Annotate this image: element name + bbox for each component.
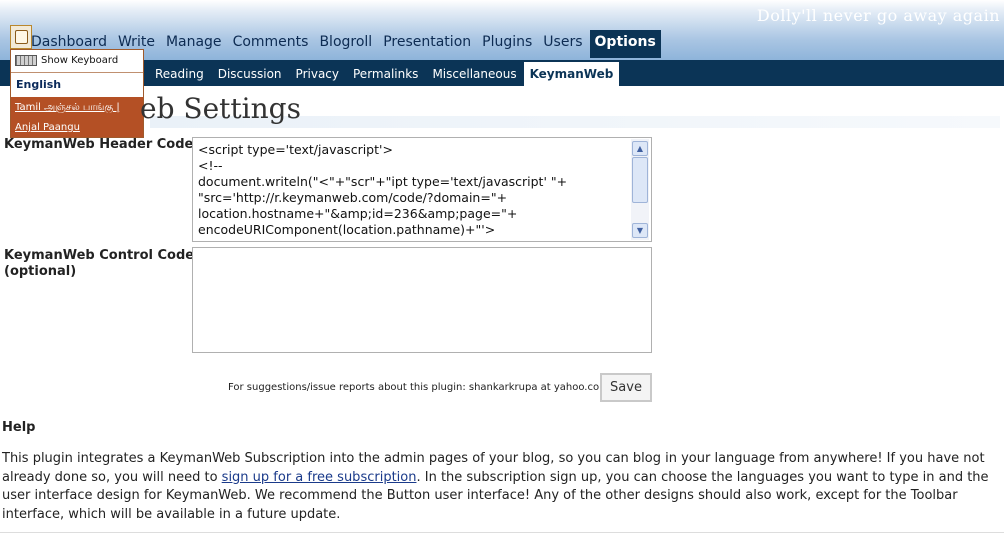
language-item-anjal[interactable]: Anjal Paangu <box>15 122 80 133</box>
header-code-scrollbar[interactable]: ▲ ▼ <box>631 139 649 240</box>
scroll-down-icon[interactable]: ▼ <box>632 223 648 238</box>
language-list: Tamil அஞ்சல் பாங்கு | Anjal Paangu <box>11 97 143 137</box>
suggestion-text: For suggestions/issue reports about this… <box>228 382 609 393</box>
code-line: <script type='text/javascript'> <box>198 142 393 157</box>
tab-users[interactable]: Users <box>539 30 586 58</box>
scroll-up-icon[interactable]: ▲ <box>632 141 648 156</box>
header-code-label: KeymanWeb Header Code <box>4 137 194 152</box>
tab-blogroll[interactable]: Blogroll <box>315 30 376 58</box>
subtab-discussion[interactable]: Discussion <box>211 62 289 86</box>
control-code-textarea[interactable] <box>192 247 652 353</box>
code-line: document.writeln("<"+"scr"+"ipt type='te… <box>198 174 568 189</box>
tab-plugins[interactable]: Plugins <box>478 30 536 58</box>
help-text: This plugin integrates a KeymanWeb Subsc… <box>2 450 992 524</box>
tab-presentation[interactable]: Presentation <box>379 30 475 58</box>
keymanweb-logo-icon[interactable] <box>10 25 32 49</box>
subtab-permalinks[interactable]: Permalinks <box>346 62 425 86</box>
blog-title[interactable]: Dolly'll never go away again <box>757 6 1000 25</box>
sub-nav: Reading Discussion Privacy Permalinks Mi… <box>148 62 620 86</box>
current-language-english[interactable]: English <box>11 73 143 97</box>
help-heading: Help <box>2 420 36 435</box>
page-title: eb Settings <box>140 92 301 125</box>
tab-options[interactable]: Options <box>589 30 661 58</box>
subtab-privacy[interactable]: Privacy <box>289 62 346 86</box>
tab-manage[interactable]: Manage <box>162 30 226 58</box>
keyboard-icon <box>15 55 37 66</box>
show-keyboard-label: Show Keyboard <box>41 55 119 66</box>
header-code-content[interactable]: <script type='text/javascript'> <!-- docum… <box>198 142 628 240</box>
subtab-miscellaneous[interactable]: Miscellaneous <box>425 62 523 86</box>
footer-divider <box>0 532 1004 533</box>
control-code-label: KeymanWeb Control Code (optional) <box>4 248 194 280</box>
scroll-thumb[interactable] <box>632 157 648 203</box>
save-button[interactable]: Save <box>600 373 652 402</box>
subtab-reading[interactable]: Reading <box>148 62 211 86</box>
keyboard-menu: Show Keyboard English Tamil அஞ்சல் பாங்க… <box>10 49 144 138</box>
tab-comments[interactable]: Comments <box>229 30 313 58</box>
subtab-keymanweb[interactable]: KeymanWeb <box>523 62 620 86</box>
control-code-label-line1: KeymanWeb Control Code <box>4 248 195 263</box>
code-line: "src='http://r.keymanweb.com/code/?domai… <box>198 190 508 205</box>
code-line: encodeURIComponent(location.pathname)+"'… <box>198 222 496 237</box>
header-code-textarea[interactable]: <script type='text/javascript'> <!-- docum… <box>192 137 652 242</box>
show-keyboard-item[interactable]: Show Keyboard <box>11 50 143 73</box>
control-code-label-line2: (optional) <box>4 264 77 279</box>
code-line: location.hostname+"&amp;id=236&amp;page=… <box>198 206 518 221</box>
code-line: <!-- <box>198 158 223 173</box>
signup-link[interactable]: sign up for a free subscription <box>222 470 417 485</box>
language-item-tamil[interactable]: Tamil அஞ்சல் பாங்கு | <box>15 102 120 114</box>
